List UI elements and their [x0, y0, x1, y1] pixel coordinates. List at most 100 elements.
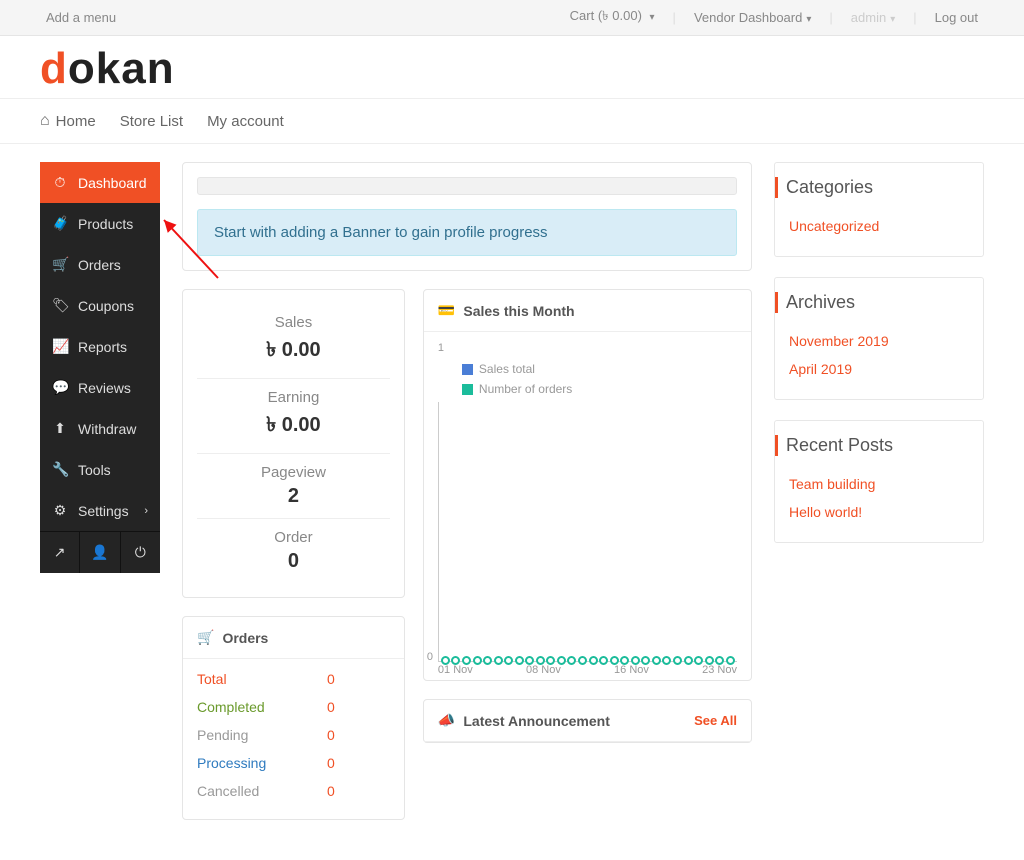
sidebar-item-orders-icon: 🛒: [52, 256, 68, 273]
add-menu-link[interactable]: Add a menu: [40, 10, 122, 25]
kpi-order: Order0: [197, 518, 390, 583]
chart-xtick: 08 Nov: [526, 664, 561, 676]
kpi-label: Pageview: [197, 464, 390, 481]
sidebar-item-reviews[interactable]: 💬Reviews: [40, 367, 160, 408]
cart-icon: 🛒: [197, 629, 214, 646]
card-icon: 💳: [438, 302, 455, 319]
kpi-panel: Sales৳ 0.00Earning৳ 0.00Pageview2Order0: [182, 289, 405, 598]
archive-link[interactable]: November 2019: [789, 327, 969, 355]
admin-dropdown[interactable]: admin: [845, 10, 901, 25]
legend-sales-total: Sales total: [462, 362, 727, 376]
recent-post-link[interactable]: Team building: [789, 470, 969, 498]
sidebar-item-reviews-icon: 💬: [52, 379, 68, 396]
external-link-icon[interactable]: ↗: [40, 532, 79, 573]
swatch-blue: [462, 364, 473, 375]
chart-xtick: 23 Nov: [702, 664, 737, 676]
main-layout: ⏱ Dashboard 🧳Products🛒Orders🏷Coupons📈Repor…: [0, 144, 1024, 860]
brand-row: dokan: [0, 36, 1024, 98]
legend-order-count-label: Number of orders: [479, 382, 572, 396]
chart-point: [557, 656, 566, 665]
sidebar-item-label: Products: [78, 216, 133, 232]
kpi-pageview: Pageview2: [197, 453, 390, 518]
sidebar-item-reports[interactable]: 📈Reports: [40, 326, 160, 367]
announcement-panel: 📣 Latest Announcement See All: [423, 699, 752, 743]
sidebar-item-tools[interactable]: 🔧 Tools: [40, 449, 160, 490]
chart-point: [620, 656, 629, 665]
widget-recent-posts: Recent Posts Team buildingHello world!: [774, 420, 984, 543]
widget-archives: Archives November 2019April 2019: [774, 277, 984, 400]
sidebar-item-tools-icon: 🔧: [52, 461, 68, 478]
nav-home[interactable]: Home: [40, 112, 96, 130]
chevron-right-icon: ›: [144, 505, 148, 517]
archive-link[interactable]: April 2019: [789, 355, 969, 383]
sidebar-item-dashboard[interactable]: ⏱ Dashboard: [40, 162, 160, 203]
chart-point: [483, 656, 492, 665]
chart-ymin: 0: [427, 651, 433, 663]
cart-label: Cart: [570, 8, 595, 23]
chart-point: [705, 656, 714, 665]
orders-row-label: Total: [197, 671, 327, 687]
vendor-sidebar: ⏱ Dashboard 🧳Products🛒Orders🏷Coupons📈Repor…: [40, 162, 160, 573]
chart-xtick: 01 Nov: [438, 664, 473, 676]
sales-panel-title: Sales this Month: [463, 303, 574, 319]
vendor-dashboard-dropdown[interactable]: Vendor Dashboard: [688, 10, 817, 25]
chart-point: [599, 656, 608, 665]
home-icon: [40, 112, 50, 130]
chart-point: [652, 656, 661, 665]
kpi-sales: Sales৳ 0.00: [197, 304, 390, 378]
orders-row-label: Cancelled: [197, 783, 327, 799]
logout-link[interactable]: Log out: [929, 10, 984, 25]
profile-progress-bar: [197, 177, 737, 195]
sidebar-item-label: Reports: [78, 339, 127, 355]
chart-point: [546, 656, 555, 665]
sidebar-item-settings[interactable]: ⚙Settings›: [40, 490, 160, 531]
sidebar-footer: ↗👤⏻: [40, 531, 160, 573]
nav-store-list[interactable]: Store List: [120, 113, 183, 130]
chart-point: [567, 656, 576, 665]
sidebar-item-dashboard-icon: ⏱: [52, 174, 68, 191]
chart-point: [631, 656, 640, 665]
swatch-teal: [462, 384, 473, 395]
right-column: Categories Uncategorized Archives Novemb…: [774, 162, 984, 543]
sidebar-item-label: Tools: [78, 462, 111, 478]
sidebar-item-coupons[interactable]: 🏷Coupons: [40, 285, 160, 326]
widget-archives-title: Archives: [775, 292, 969, 313]
chart-point: [462, 656, 471, 665]
logo[interactable]: dokan: [40, 44, 984, 94]
profile-progress-panel: Start with adding a Banner to gain profi…: [182, 162, 752, 271]
center-column: Start with adding a Banner to gain profi…: [182, 162, 752, 820]
sidebar-item-withdraw[interactable]: ⬆Withdraw: [40, 408, 160, 449]
sidebar-item-settings-icon: ⚙: [52, 502, 68, 519]
sidebar-item-coupons-icon: 🏷: [52, 297, 68, 314]
orders-row-label: Processing: [197, 755, 327, 771]
orders-row-total: Total0: [197, 665, 390, 693]
user-icon[interactable]: 👤: [79, 532, 119, 573]
orders-row-value: 0: [327, 671, 335, 687]
orders-row-value: 0: [327, 699, 335, 715]
logo-rest: okan: [68, 44, 175, 93]
cart-amount: ৳ 0.00: [602, 8, 637, 23]
orders-row-value: 0: [327, 783, 335, 799]
sidebar-item-products[interactable]: 🧳Products: [40, 203, 160, 244]
power-icon[interactable]: ⏻: [120, 532, 160, 573]
chart-area: 0: [438, 402, 737, 662]
chart-point: [694, 656, 703, 665]
kpi-value: 0: [197, 550, 390, 573]
recent-post-link[interactable]: Hello world!: [789, 498, 969, 526]
chart-point: [451, 656, 460, 665]
kpi-label: Sales: [197, 314, 390, 331]
chart-point: [441, 656, 450, 665]
category-link[interactable]: Uncategorized: [789, 212, 969, 240]
profile-progress-notice[interactable]: Start with adding a Banner to gain profi…: [197, 209, 737, 256]
nav-my-account[interactable]: My account: [207, 113, 284, 130]
chart-point: [715, 656, 724, 665]
sidebar-item-orders[interactable]: 🛒Orders: [40, 244, 160, 285]
sidebar-item-label: Dashboard: [78, 175, 147, 191]
logo-d: d: [40, 44, 68, 93]
see-all-link[interactable]: See All: [694, 713, 737, 728]
orders-panel: 🛒 Orders Total0Completed0Pending0Process…: [182, 616, 405, 820]
chart-ymax: 1: [438, 342, 737, 354]
orders-row-completed: Completed0: [197, 693, 390, 721]
cart-dropdown[interactable]: Cart (৳ 0.00): [564, 7, 661, 28]
divider: |: [913, 10, 916, 25]
